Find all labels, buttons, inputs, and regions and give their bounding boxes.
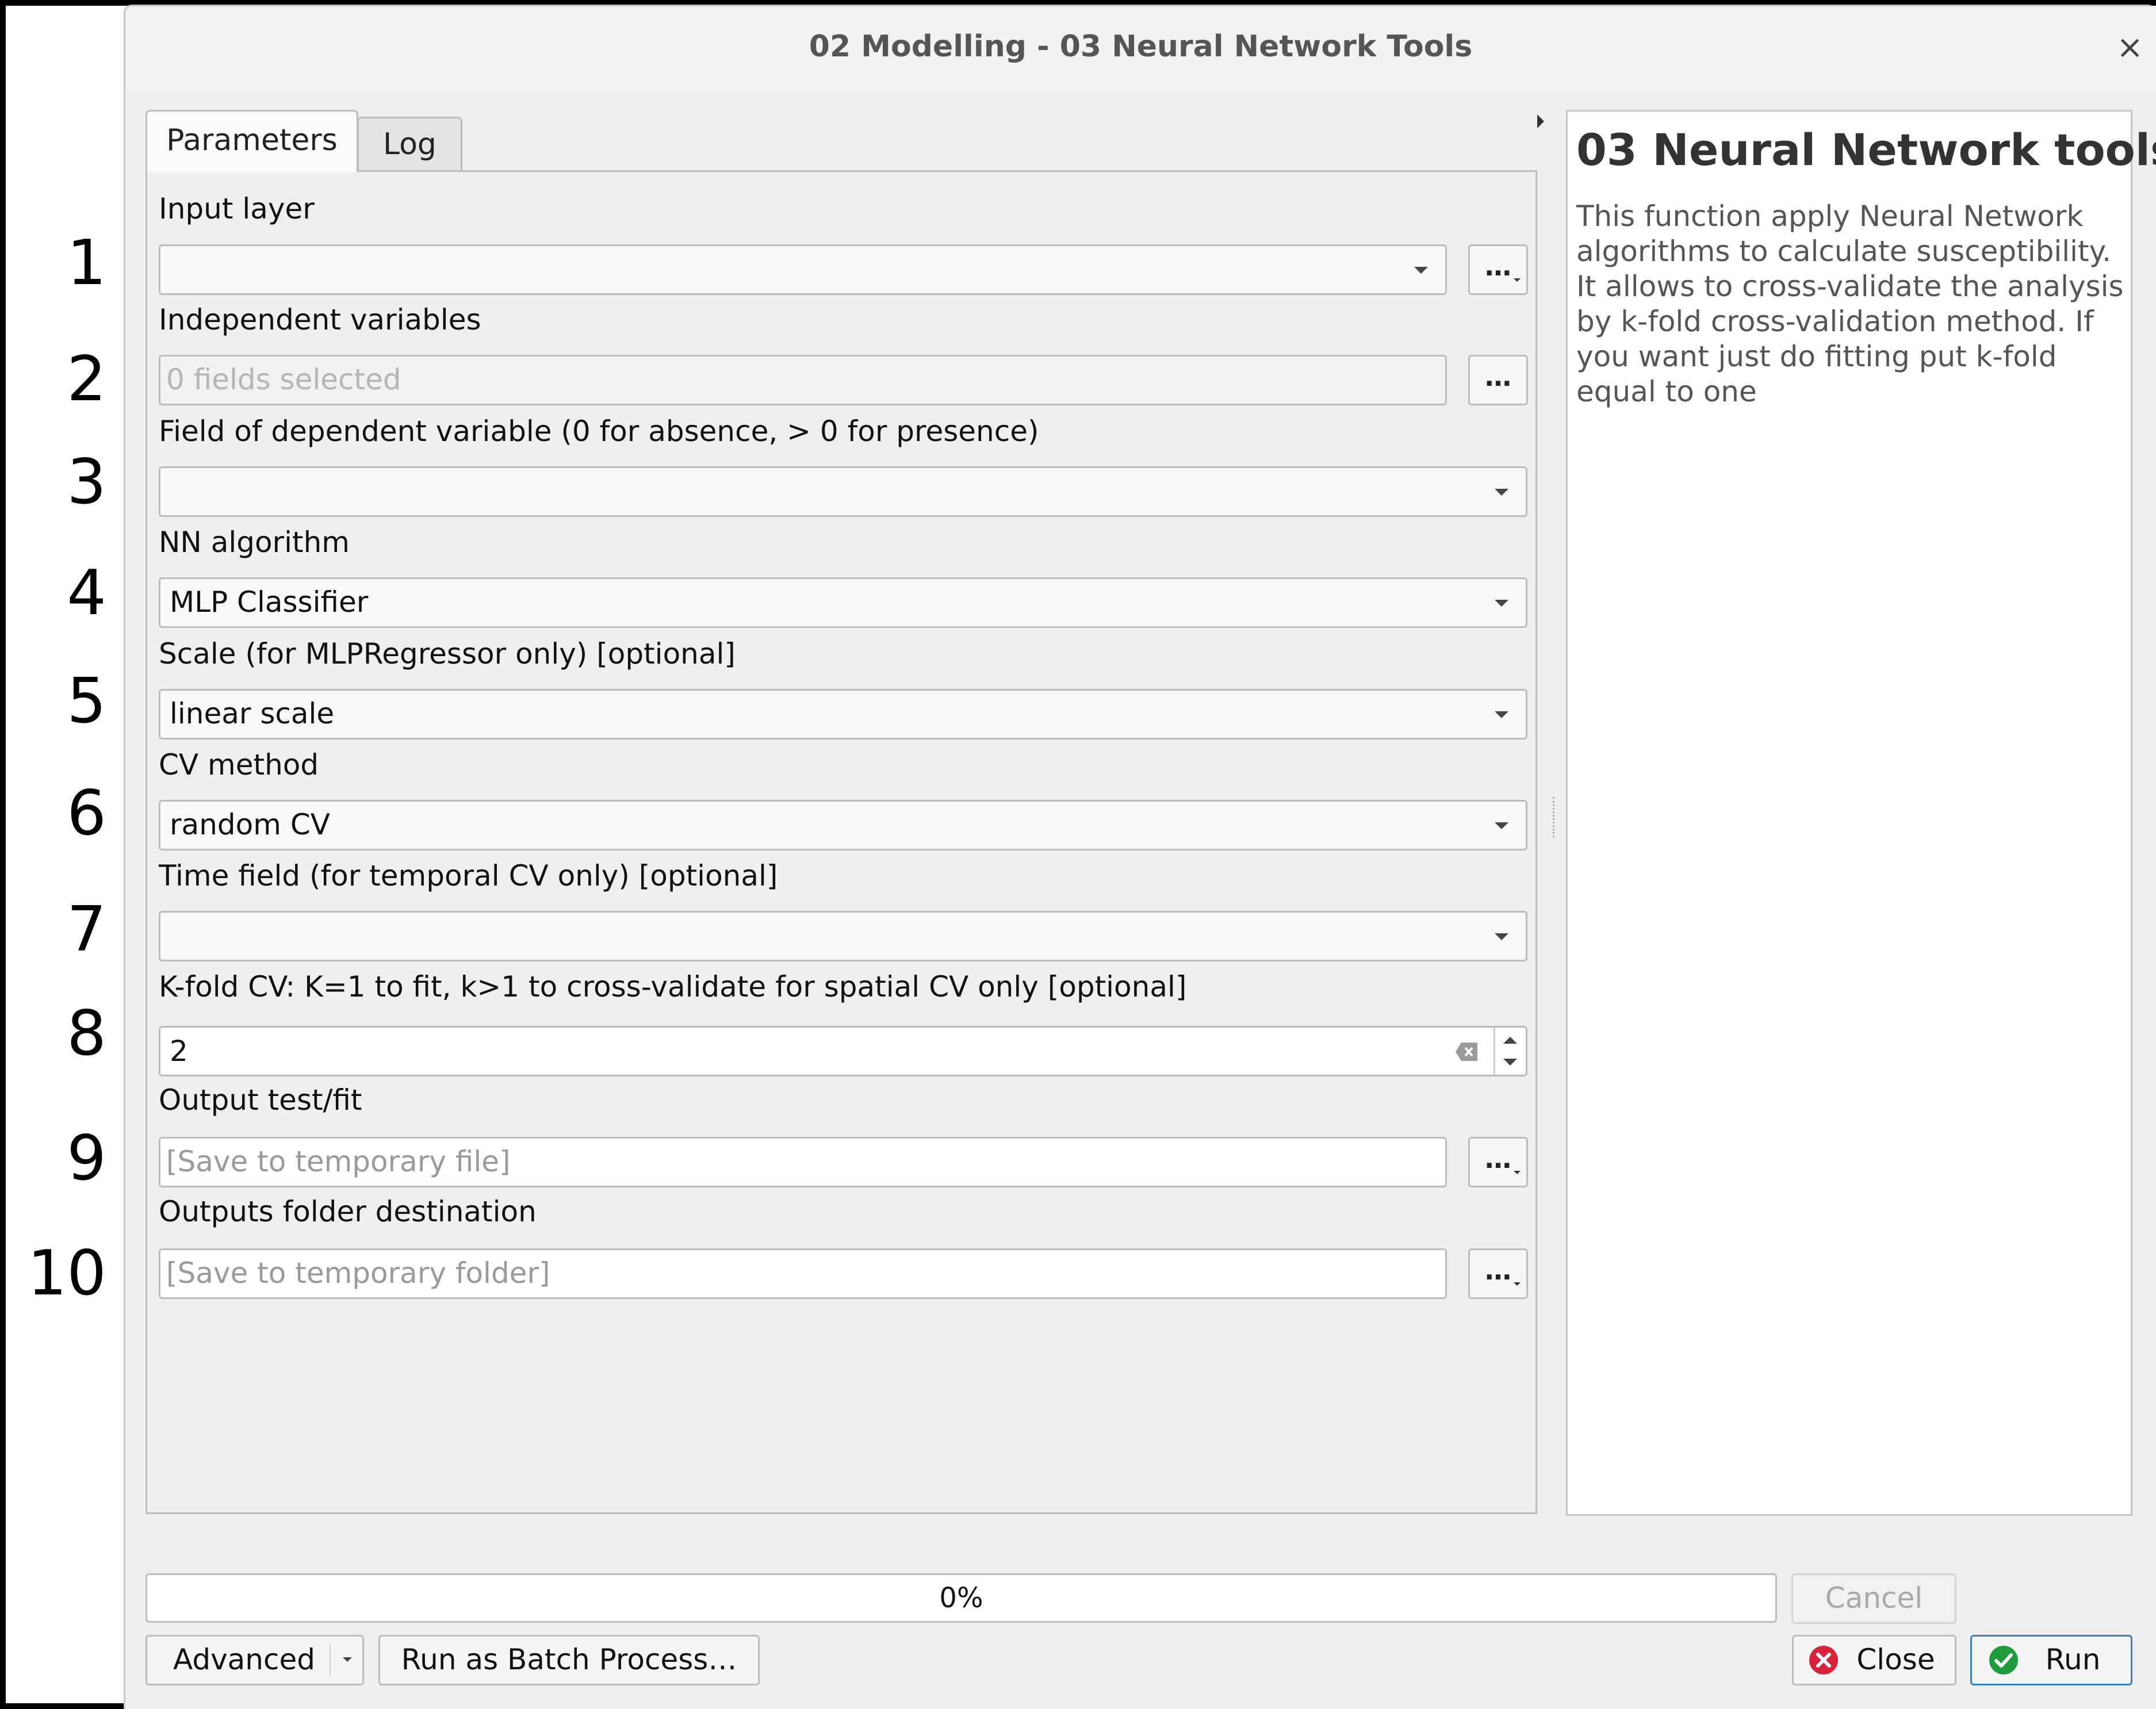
run-label: Run xyxy=(2045,1643,2101,1676)
row-number-4: 4 xyxy=(67,557,106,629)
chevron-down-icon xyxy=(1495,600,1508,607)
chevron-down-icon xyxy=(1495,711,1508,718)
advanced-button[interactable]: Advanced xyxy=(145,1635,364,1685)
ellipsis-label: … xyxy=(1485,1143,1511,1174)
run-check-icon xyxy=(1989,1646,2018,1674)
help-title: 03 Neural Network tools xyxy=(1576,124,2156,175)
row-number-2: 2 xyxy=(67,343,106,415)
tab-log[interactable]: Log xyxy=(357,117,462,170)
row-number-8: 8 xyxy=(67,998,106,1070)
collapse-arrow-icon[interactable] xyxy=(1537,114,1544,128)
chevron-down-icon xyxy=(1495,489,1508,496)
row-number-10: 10 xyxy=(27,1237,106,1309)
independent-variables-label: Independent variables xyxy=(159,303,481,336)
independent-variables-field[interactable]: 0 fields selected xyxy=(159,355,1447,405)
independent-variables-select-button[interactable]: … xyxy=(1468,355,1528,405)
advanced-label: Advanced xyxy=(173,1643,315,1676)
input-layer-label: Input layer xyxy=(159,192,315,225)
cv-method-value: random CV xyxy=(170,808,330,841)
cancel-button[interactable]: Cancel xyxy=(1791,1573,1956,1624)
input-layer-combo[interactable] xyxy=(159,244,1447,295)
ellipsis-label: … xyxy=(1485,1255,1511,1286)
dependent-field-combo[interactable] xyxy=(159,466,1527,517)
parameters-panel: Input layer … Independent variables 0 fi… xyxy=(145,170,1537,1514)
outputs-folder-browse-button[interactable]: … xyxy=(1468,1248,1528,1299)
nn-algorithm-label: NN algorithm xyxy=(159,526,350,559)
nn-algorithm-combo[interactable]: MLP Classifier xyxy=(159,577,1527,628)
chevron-down-icon xyxy=(1495,933,1508,940)
ellipsis-label: … xyxy=(1485,251,1511,282)
run-as-batch-button[interactable]: Run as Batch Process… xyxy=(378,1635,760,1685)
close-icon[interactable]: × xyxy=(2116,30,2143,65)
arrow-down-icon[interactable] xyxy=(1503,1059,1517,1066)
help-panel: 03 Neural Network tools This function ap… xyxy=(1566,110,2156,1516)
arrow-up-icon[interactable] xyxy=(1503,1037,1517,1044)
window-title: 02 Modelling - 03 Neural Network Tools xyxy=(809,29,1473,64)
output-test-fit-label: Output test/fit xyxy=(159,1083,362,1117)
row-number-7: 7 xyxy=(67,894,106,965)
divider xyxy=(330,1645,331,1676)
input-layer-browse-button[interactable]: … xyxy=(1468,244,1528,295)
output-test-fit-browse-button[interactable]: … xyxy=(1468,1137,1528,1187)
close-circle-icon xyxy=(1809,1646,1838,1674)
nn-algorithm-value: MLP Classifier xyxy=(170,585,369,619)
chevron-down-icon xyxy=(1495,822,1508,829)
spin-arrows[interactable] xyxy=(1494,1028,1526,1075)
dialog-window: 02 Modelling - 03 Neural Network Tools ×… xyxy=(124,5,2156,1709)
cv-method-label: CV method xyxy=(159,748,319,781)
close-label: Close xyxy=(1856,1643,1935,1676)
outputs-folder-field[interactable]: [Save to temporary folder] xyxy=(159,1248,1447,1299)
time-field-label: Time field (for temporal CV only) [optio… xyxy=(159,859,778,892)
output-test-fit-field[interactable]: [Save to temporary file] xyxy=(159,1137,1447,1187)
tab-parameters[interactable]: Parameters xyxy=(145,110,358,172)
row-number-5: 5 xyxy=(67,665,106,737)
kfold-label: K-fold CV: K=1 to fit, k>1 to cross-vali… xyxy=(159,970,1187,1003)
clear-icon[interactable] xyxy=(1454,1040,1480,1063)
progress-bar: 0% xyxy=(145,1573,1777,1623)
help-description: This function apply Neural Network algor… xyxy=(1576,200,2124,408)
chevron-down-icon xyxy=(1514,1282,1521,1286)
row-number-6: 6 xyxy=(67,777,106,849)
title-bar[interactable]: 02 Modelling - 03 Neural Network Tools × xyxy=(125,6,2156,93)
chevron-down-icon xyxy=(1514,278,1521,282)
chevron-down-icon xyxy=(1414,267,1428,274)
ellipsis-label: … xyxy=(1485,361,1511,392)
row-number-3: 3 xyxy=(67,446,106,518)
row-number-1: 1 xyxy=(67,227,106,299)
outputs-folder-label: Outputs folder destination xyxy=(159,1195,537,1228)
kfold-value: 2 xyxy=(170,1034,188,1068)
row-number-9: 9 xyxy=(67,1122,106,1194)
chevron-down-icon xyxy=(343,1657,352,1662)
dependent-field-label: Field of dependent variable (0 for absen… xyxy=(159,415,1039,448)
chevron-down-icon xyxy=(1514,1171,1521,1174)
close-button[interactable]: Close xyxy=(1792,1635,1956,1685)
scale-combo[interactable]: linear scale xyxy=(159,689,1527,739)
scale-value: linear scale xyxy=(170,697,335,730)
time-field-combo[interactable] xyxy=(159,911,1527,961)
run-button[interactable]: Run xyxy=(1970,1635,2132,1685)
splitter-handle[interactable] xyxy=(1553,797,1555,837)
kfold-spinbox[interactable]: 2 xyxy=(159,1026,1527,1076)
scale-label: Scale (for MLPRegressor only) [optional] xyxy=(159,637,736,670)
cv-method-combo[interactable]: random CV xyxy=(159,800,1527,850)
